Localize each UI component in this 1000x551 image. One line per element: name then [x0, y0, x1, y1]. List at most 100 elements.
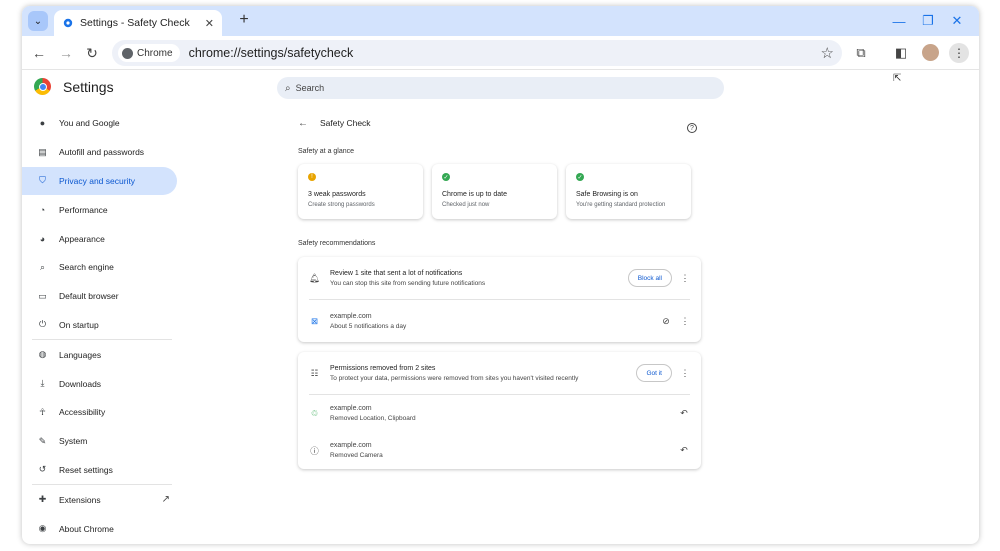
site-chip-label: Chrome: [137, 47, 173, 59]
address-bar[interactable]: Chrome chrome://settings/safetycheck ☆: [112, 40, 842, 66]
sidebar-item-label: About Chrome: [59, 523, 114, 534]
notification-site-row: ⊠ example.com About 5 notifications a da…: [298, 300, 701, 342]
sidebar-item-extensions[interactable]: ✚ Extensions ↗: [22, 485, 182, 514]
card-title: Chrome is up to date: [442, 191, 507, 198]
more-options-icon[interactable]: ⋮: [680, 316, 690, 327]
sidebar-item-label: Appearance: [59, 233, 105, 244]
sidebar-item-reset-settings[interactable]: ↺ Reset settings: [22, 456, 182, 485]
more-options-icon[interactable]: ⋮: [680, 273, 690, 284]
bell-icon: 🔔︎: [309, 272, 320, 283]
profile-avatar[interactable]: [922, 44, 939, 61]
undo-icon[interactable]: ↶: [678, 445, 690, 456]
tab-title: Settings - Safety Check: [80, 17, 190, 29]
tab-settings[interactable]: Settings - Safety Check ✕: [54, 10, 222, 36]
sidebar-item-accessibility[interactable]: ☥ Accessibility: [22, 398, 182, 427]
palette-icon: ◕: [39, 233, 46, 244]
sidebar-item-search-engine[interactable]: ⌕ Search engine: [22, 253, 182, 282]
panel-subtitle: To protect your data, permissions were r…: [330, 374, 579, 382]
sidebar-item-privacy[interactable]: ⛉ Privacy and security: [22, 166, 177, 196]
sidebar-item-you-and-google[interactable]: ● You and Google: [22, 109, 182, 138]
card-subtitle: Checked just now: [442, 202, 490, 208]
sidebar-item-about-chrome[interactable]: ◉ About Chrome: [22, 514, 182, 543]
more-options-icon[interactable]: ⋮: [680, 368, 690, 379]
close-tab-icon[interactable]: ✕: [205, 17, 214, 30]
recommendations-label: Safety recommendations: [298, 240, 376, 247]
notifications-panel: 🔔︎ Review 1 site that sent a lot of noti…: [298, 257, 701, 342]
restore-icon[interactable]: ❐: [917, 10, 939, 32]
search-icon: ⌕: [39, 261, 46, 272]
gear-icon: [62, 17, 74, 29]
site-detail: About 5 notifications a day: [330, 322, 407, 330]
site-info-chip[interactable]: Chrome: [118, 44, 180, 62]
sidebar-item-autofill[interactable]: ▤ Autofill and passwords: [22, 138, 182, 167]
tab-strip: ⌄ Settings - Safety Check ✕ + — ❐ ✕: [22, 6, 979, 36]
permissions-panel: ☷ Permissions removed from 2 sites To pr…: [298, 352, 701, 469]
sidebar-item-system[interactable]: ✎ System: [22, 427, 182, 456]
page-title: Settings: [63, 78, 114, 95]
external-link-icon: ↗: [161, 494, 170, 506]
sidebar-item-label: Default browser: [59, 291, 119, 302]
notifications-header-row: 🔔︎ Review 1 site that sent a lot of noti…: [298, 257, 701, 299]
new-tab-button[interactable]: +: [234, 10, 254, 30]
update-card[interactable]: ✓ Chrome is up to date Checked just now: [432, 164, 557, 219]
safe-browsing-card[interactable]: ✓ Safe Browsing is on You're getting sta…: [566, 164, 691, 219]
power-icon: ⏻: [38, 319, 47, 330]
site-detail: Removed Camera: [330, 452, 383, 459]
browser-icon: ▭: [38, 290, 47, 301]
forward-icon[interactable]: →: [57, 44, 75, 62]
section-header: ← Safety Check ?: [298, 115, 701, 133]
back-arrow-icon[interactable]: ←: [298, 118, 308, 129]
browser-toolbar: ← → ↻ Chrome chrome://settings/safetyche…: [22, 36, 979, 70]
sidebar-item-label: Languages: [59, 349, 102, 360]
panel-subtitle: You can stop this site from sending futu…: [330, 279, 486, 287]
got-it-button[interactable]: Got it: [636, 364, 672, 382]
sidebar-item-label: Extensions: [59, 494, 101, 505]
side-panel-icon[interactable]: ◧: [892, 44, 910, 62]
search-placeholder: Search: [295, 83, 325, 93]
undo-icon[interactable]: ↶: [678, 408, 690, 419]
sidebar-item-label: Search engine: [59, 262, 114, 273]
bookmark-star-icon[interactable]: ☆: [821, 44, 834, 62]
sidebar-item-performance[interactable]: ◔ Performance: [22, 195, 182, 224]
back-icon[interactable]: ←: [30, 44, 48, 62]
sidebar-item-languages[interactable]: ◍ Languages: [22, 340, 182, 369]
settings-page: Settings ⌕ Search ● You and Google ▤ Autof…: [22, 70, 979, 544]
chrome-icon: [122, 47, 133, 59]
settings-sidebar: ● You and Google ▤ Autofill and passwords …: [22, 109, 182, 543]
sidebar-item-appearance[interactable]: ◕ Appearance: [22, 224, 182, 253]
sidebar-item-label: Downloads: [59, 378, 102, 389]
extensions-puzzle-icon[interactable]: ⧉: [852, 44, 870, 62]
person-icon: ●: [39, 118, 46, 129]
browser-window: ⌄ Settings - Safety Check ✕ + — ❐ ✕ ← → …: [22, 6, 979, 544]
menu-kebab-icon[interactable]: ⋮: [949, 43, 969, 63]
sidebar-item-default-browser[interactable]: ▭ Default browser: [22, 282, 182, 311]
site-domain: example.com: [330, 442, 372, 449]
reload-icon[interactable]: ↻: [83, 44, 101, 62]
close-window-icon[interactable]: ✕: [946, 10, 968, 32]
clipboard-icon: ▤: [38, 146, 47, 157]
history-icon: ↺: [38, 464, 47, 475]
glance-label: Safety at a glance: [298, 148, 355, 155]
site-favicon-icon: ♲: [310, 408, 319, 418]
tab-search-button[interactable]: ⌄: [28, 11, 48, 31]
block-all-button[interactable]: Block all: [627, 269, 672, 287]
site-favicon-icon: ⊠: [310, 315, 319, 326]
sidebar-item-downloads[interactable]: ⤓ Downloads: [22, 369, 182, 398]
safety-check-section: ← Safety Check ? Safety at a glance ! 3 …: [298, 115, 701, 469]
sidebar-item-label: Performance: [59, 204, 108, 215]
check-icon: ✓: [576, 173, 584, 181]
block-icon[interactable]: ⊘: [660, 316, 672, 327]
minimize-icon[interactable]: —: [888, 10, 910, 32]
sidebar-item-on-startup[interactable]: ⏻ On startup: [22, 311, 182, 340]
url-text[interactable]: chrome://settings/safetycheck: [189, 46, 354, 60]
info-icon: ⓘ: [310, 445, 319, 456]
settings-search-input[interactable]: ⌕ Search: [277, 77, 724, 99]
shield-icon: ⛉: [39, 175, 46, 186]
passwords-card[interactable]: ! 3 weak passwords Create strong passwor…: [298, 164, 423, 219]
section-title: Safety Check: [320, 118, 371, 128]
help-icon[interactable]: ?: [687, 123, 697, 133]
permissions-header-row: ☷ Permissions removed from 2 sites To pr…: [298, 352, 701, 394]
card-title: 3 weak passwords: [308, 191, 366, 198]
card-subtitle: Create strong passwords: [308, 202, 375, 208]
sidebar-item-label: You and Google: [59, 118, 120, 129]
